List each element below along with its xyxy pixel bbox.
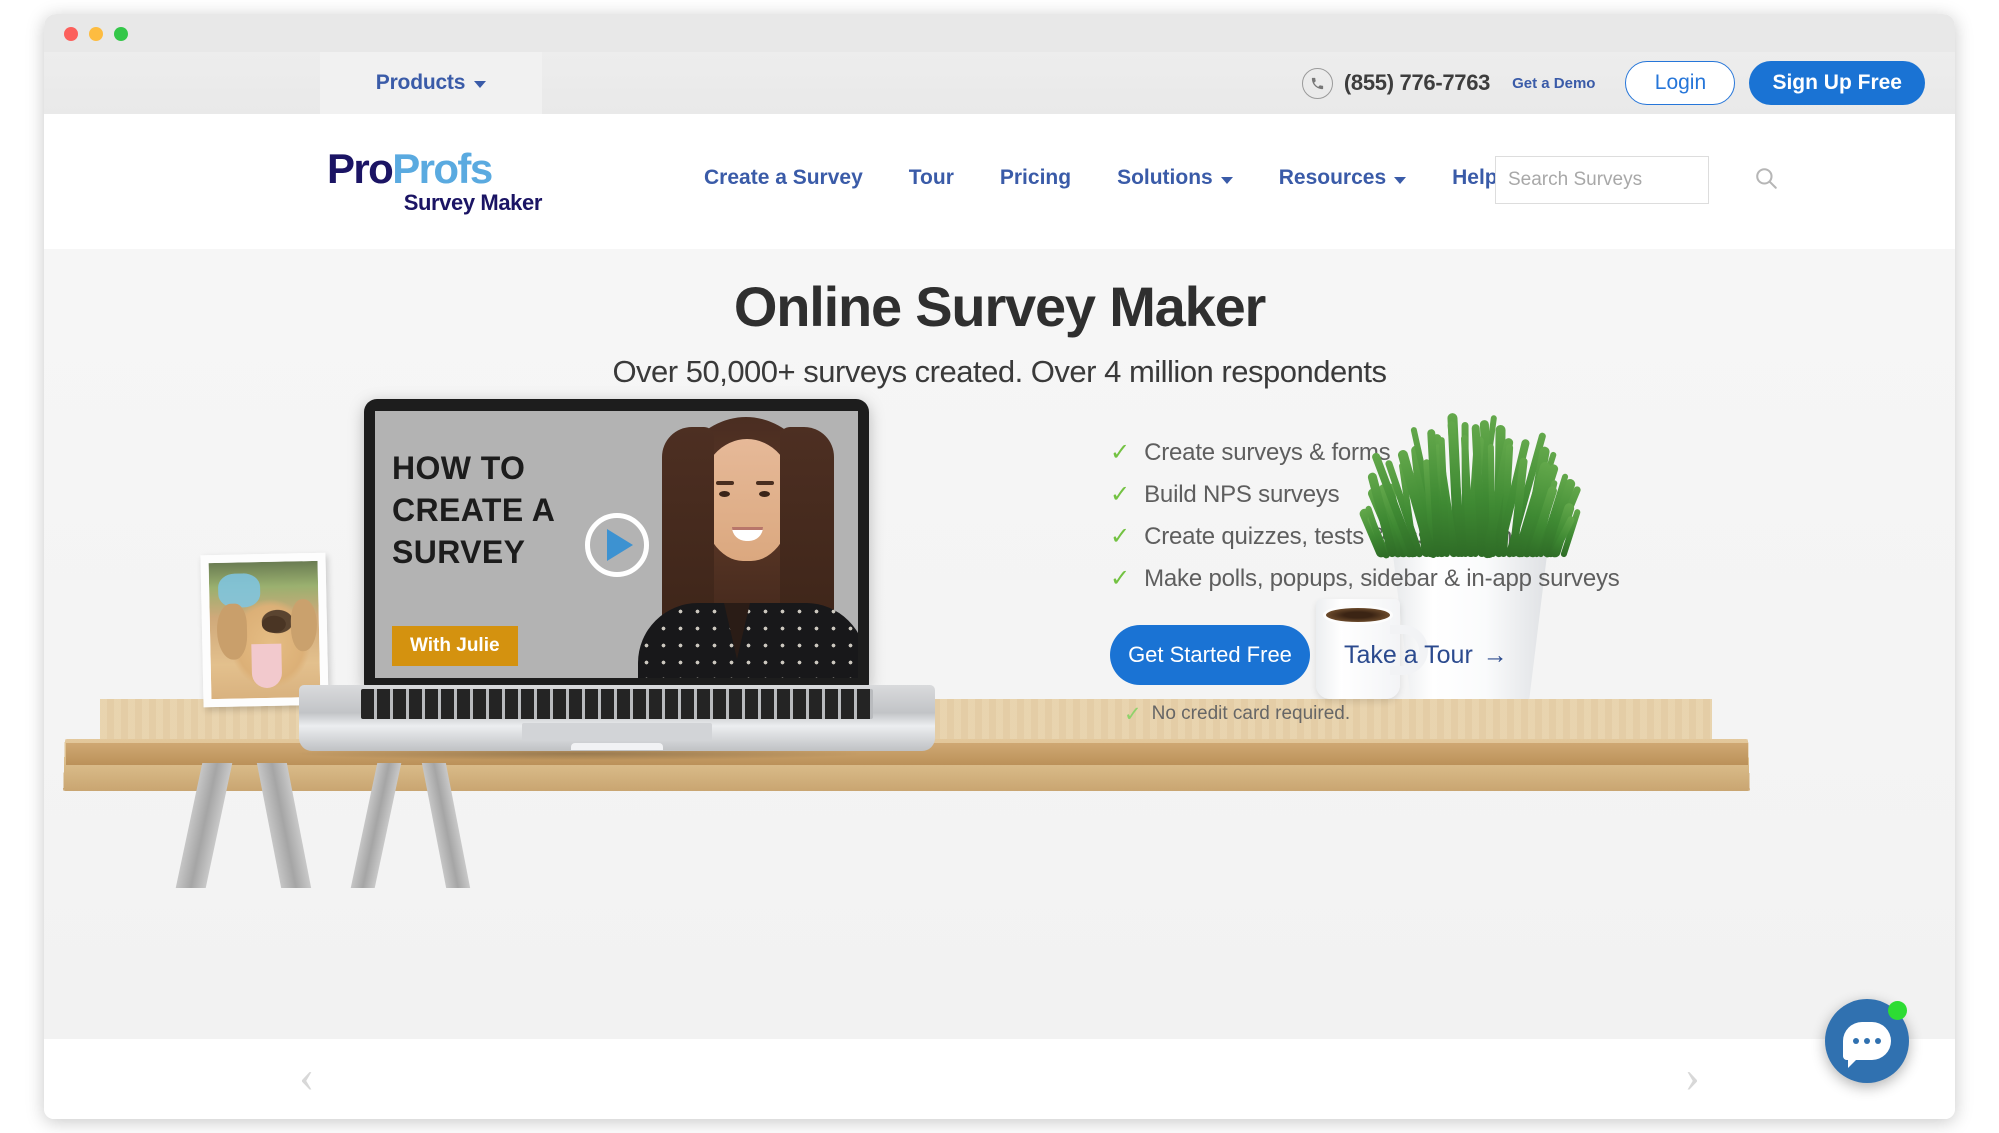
- products-label: Products: [375, 71, 466, 94]
- carousel-prev-button[interactable]: ‹: [299, 1053, 314, 1099]
- chat-widget-button[interactable]: [1825, 999, 1909, 1083]
- laptop-base: [299, 685, 935, 751]
- laptop-keyboard: [361, 689, 873, 719]
- sign-up-free-button[interactable]: Sign Up Free: [1749, 61, 1925, 105]
- feature-label: Make polls, popups, sidebar & in-app sur…: [1144, 565, 1620, 592]
- presenter-eyebrow: [756, 481, 774, 485]
- phone-number: (855) 776-7763: [1343, 70, 1491, 95]
- nav-label: Resources: [1278, 166, 1387, 189]
- laptop-lid: HOW TO CREATE A SURVEY With Julie: [364, 399, 869, 687]
- nav-label: Pricing: [999, 166, 1072, 189]
- proprofs-logo[interactable]: ProProfs Survey Maker: [327, 148, 542, 214]
- chat-dot: [1864, 1038, 1870, 1044]
- nav-item-help[interactable]: Help: [1452, 166, 1498, 190]
- carousel-controls: ‹ ›: [44, 1039, 1955, 1119]
- presenter-blouse: [638, 603, 858, 678]
- nav-links: Create a Survey Tour Pricing Solutions R…: [704, 166, 1498, 190]
- utility-bar: Products (855) 776-7763 Get a Demo Login…: [44, 52, 1955, 114]
- video-presenter-photo: [628, 417, 858, 678]
- video-thumbnail[interactable]: HOW TO CREATE A SURVEY With Julie: [375, 411, 858, 678]
- nav-label: Solutions: [1117, 166, 1213, 189]
- dog-ear-left: [215, 603, 248, 660]
- dog-photo-image: [208, 560, 321, 700]
- carousel-next-button[interactable]: ›: [1685, 1053, 1700, 1099]
- logo-profs-text: Profs: [392, 145, 493, 192]
- dog-ear-right: [290, 598, 318, 652]
- window-controls: [64, 27, 128, 41]
- play-icon[interactable]: [584, 512, 649, 577]
- get-started-free-button[interactable]: Get Started Free: [1110, 625, 1310, 685]
- cta-row: Get Started Free Take a Tour →: [1110, 625, 1630, 685]
- hero-section: Online Survey Maker Over 50,000+ surveys…: [44, 249, 1955, 1039]
- phone-block[interactable]: (855) 776-7763: [1301, 67, 1491, 99]
- browser-titlebar: [44, 14, 1955, 52]
- play-triangle: [606, 528, 633, 561]
- laptop-illustration: HOW TO CREATE A SURVEY With Julie: [299, 399, 935, 753]
- arrow-right-icon: →: [1482, 640, 1508, 669]
- status-badge: [1888, 1001, 1907, 1020]
- list-item: ✓ Make polls, popups, sidebar & in-app s…: [1110, 565, 1630, 593]
- no-credit-card-note: ✓ No credit card required.: [1124, 703, 1630, 725]
- page-title: Online Survey Maker: [733, 275, 1266, 338]
- dog-nose: [262, 615, 287, 634]
- logo-subtitle: Survey Maker: [403, 190, 543, 215]
- logo-wordmark: ProProfs: [327, 148, 542, 190]
- nav-label: Help: [1452, 166, 1498, 189]
- chat-bubble-icon: [1843, 1022, 1891, 1068]
- chevron-down-icon: [474, 81, 487, 88]
- video-title-line2: CREATE A: [392, 492, 556, 529]
- presenter-eyebrow: [716, 481, 734, 485]
- presenter-eye: [759, 491, 770, 497]
- presenter-eye: [719, 491, 730, 497]
- photo-background-element: [217, 572, 261, 608]
- check-icon: ✓: [1110, 565, 1131, 592]
- video-title-text: HOW TO CREATE A SURVEY: [392, 447, 555, 574]
- utility-bar-right: (855) 776-7763 Get a Demo Login Sign Up …: [1301, 52, 1925, 114]
- take-a-tour-label: Take a Tour: [1344, 640, 1473, 669]
- take-a-tour-link[interactable]: Take a Tour →: [1344, 641, 1508, 670]
- video-presenter-badge: With Julie: [392, 626, 518, 666]
- feature-label: Create surveys & forms: [1144, 439, 1391, 466]
- laptop-trackpad: [522, 723, 712, 741]
- no-credit-card-label: No credit card required.: [1151, 703, 1351, 724]
- main-navigation: ProProfs Survey Maker Create a Survey To…: [44, 114, 1955, 249]
- search-input[interactable]: [1508, 169, 1753, 191]
- get-a-demo-link[interactable]: Get a Demo: [1512, 75, 1595, 92]
- video-title-line3: SURVEY: [392, 534, 526, 571]
- close-window-button[interactable]: [64, 27, 78, 41]
- products-dropdown[interactable]: Products: [320, 52, 542, 114]
- check-icon: ✓: [1124, 702, 1142, 726]
- nav-label: Tour: [908, 166, 954, 189]
- presenter-blouse-pattern: [638, 603, 858, 678]
- login-button[interactable]: Login: [1625, 61, 1736, 105]
- search-box[interactable]: [1495, 156, 1777, 204]
- nav-item-pricing[interactable]: Pricing: [1000, 166, 1071, 190]
- feature-label: Build NPS surveys: [1144, 481, 1340, 508]
- logo-pro-text: Pro: [327, 145, 394, 192]
- chat-dot: [1875, 1038, 1881, 1044]
- nav-item-create-a-survey[interactable]: Create a Survey: [704, 166, 863, 190]
- search-icon[interactable]: [1753, 165, 1779, 196]
- nav-item-tour[interactable]: Tour: [909, 166, 954, 190]
- chevron-down-icon: [1394, 176, 1407, 184]
- nav-item-resources[interactable]: Resources: [1278, 166, 1407, 190]
- check-icon: ✓: [1110, 523, 1131, 550]
- nav-label: Create a Survey: [704, 166, 863, 189]
- desk-scene-illustration: HOW TO CREATE A SURVEY With Julie: [44, 399, 1955, 1039]
- nav-item-solutions[interactable]: Solutions: [1117, 166, 1233, 190]
- laptop-notch: [571, 743, 663, 750]
- minimize-window-button[interactable]: [89, 27, 103, 41]
- chevron-down-icon: [1220, 176, 1233, 184]
- dog-tongue: [251, 643, 283, 688]
- presenter-smile: [732, 527, 763, 541]
- phone-icon: [1301, 67, 1333, 99]
- check-icon: ✓: [1110, 439, 1131, 466]
- video-title-line1: HOW TO: [392, 450, 526, 486]
- check-icon: ✓: [1110, 481, 1131, 508]
- chat-dot: [1853, 1038, 1859, 1044]
- hero-subtitle: Over 50,000+ surveys created. Over 4 mil…: [612, 354, 1387, 389]
- browser-window: Products (855) 776-7763 Get a Demo Login…: [44, 14, 1955, 1119]
- maximize-window-button[interactable]: [114, 27, 128, 41]
- succulent-plant: [1358, 413, 1582, 559]
